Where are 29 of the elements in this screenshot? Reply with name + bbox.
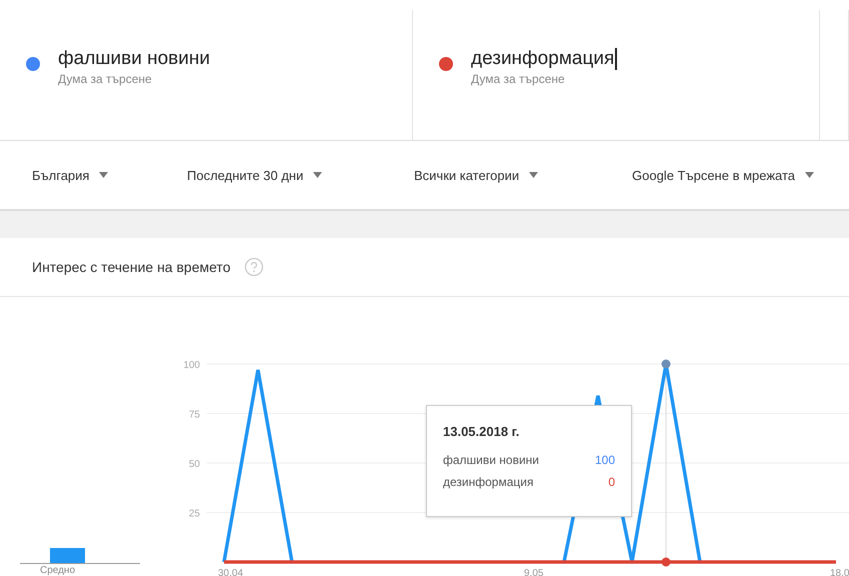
- filter-dropdown[interactable]: Всички категории: [414, 168, 632, 182]
- point-marker: [662, 558, 670, 566]
- caret-icon: [313, 172, 322, 178]
- point-marker: [662, 360, 670, 368]
- tooltip-value: 100: [594, 453, 615, 467]
- caret-icon: [805, 172, 814, 178]
- caret-icon: [99, 172, 108, 178]
- tooltip-date: 13.05.2018 г.: [443, 424, 520, 439]
- tooltip-series-name: фалшиви новини: [443, 453, 539, 467]
- y-tick-label: 75: [188, 410, 200, 420]
- card-title: Интерес с течение на времето: [32, 259, 230, 275]
- help-icon[interactable]: [244, 257, 264, 277]
- tooltip-value: 0: [608, 475, 615, 489]
- x-tick-label: 30.04: [218, 568, 244, 576]
- filter-dropdown[interactable]: Последните 30 дни: [187, 168, 414, 182]
- field-hint: Дума за търсене: [58, 72, 153, 86]
- y-tick-label: 50: [188, 459, 200, 470]
- search-term-field[interactable]: дезинформация: [471, 48, 618, 70]
- filter-dropdown[interactable]: Google Търсене в мрежата: [632, 168, 849, 182]
- x-tick-label: 18.0: [830, 568, 849, 576]
- axis-label: Средно: [40, 565, 76, 576]
- x-tick-label: 9.05: [524, 568, 544, 576]
- y-tick-label: 100: [183, 360, 200, 371]
- y-tick-label: 25: [188, 508, 200, 520]
- search-term-field[interactable]: фалшиви новини: [58, 48, 210, 70]
- filter-dropdown[interactable]: България: [32, 168, 187, 182]
- field-hint: Дума за търсене: [471, 72, 566, 86]
- caret-icon: [529, 172, 538, 178]
- tooltip-series-name: дезинформация: [443, 475, 534, 489]
